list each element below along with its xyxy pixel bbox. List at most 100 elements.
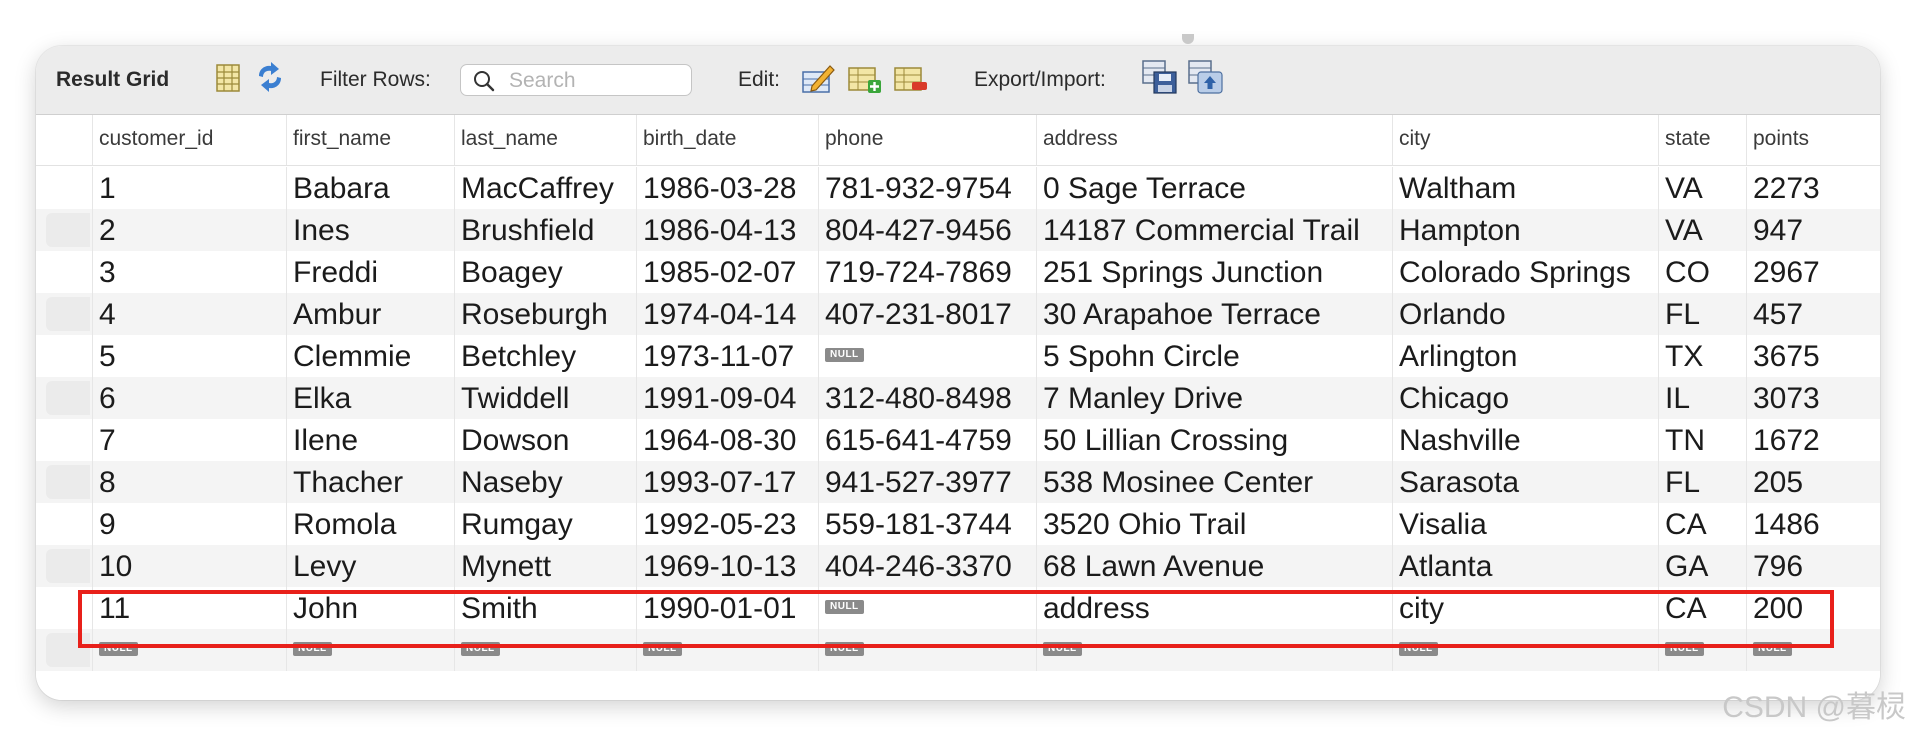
cell-state[interactable]: CA bbox=[1658, 587, 1746, 629]
cell-points[interactable]: 796 bbox=[1746, 545, 1861, 587]
cell-points[interactable]: 457 bbox=[1746, 293, 1861, 335]
cell-customer-id[interactable]: 5 bbox=[92, 335, 286, 377]
cell-first-name[interactable]: Romola bbox=[286, 503, 454, 545]
cell-first-name[interactable]: Clemmie bbox=[286, 335, 454, 377]
cell-first-name[interactable]: Babara bbox=[286, 167, 454, 209]
cell-customer-id[interactable]: 6 bbox=[92, 377, 286, 419]
cell-last-name[interactable]: Naseby bbox=[454, 461, 636, 503]
cell-address[interactable]: 538 Mosinee Center bbox=[1036, 461, 1392, 503]
cell-birth-date[interactable]: 1973-11-07 bbox=[636, 335, 818, 377]
row-gutter[interactable] bbox=[46, 507, 90, 541]
row-gutter[interactable] bbox=[46, 633, 90, 667]
cell-state[interactable]: FL bbox=[1658, 461, 1746, 503]
cell-phone[interactable]: 404-246-3370 bbox=[818, 545, 1036, 587]
cell-customer-id[interactable]: 8 bbox=[92, 461, 286, 503]
cell-state[interactable]: FL bbox=[1658, 293, 1746, 335]
cell-phone[interactable]: 407-231-8017 bbox=[818, 293, 1036, 335]
cell-customer-id[interactable]: 2 bbox=[92, 209, 286, 251]
cell-customer-id[interactable]: 4 bbox=[92, 293, 286, 335]
cell-points[interactable]: 1486 bbox=[1746, 503, 1861, 545]
cell-state[interactable]: CA bbox=[1658, 503, 1746, 545]
refresh-icon[interactable] bbox=[254, 62, 286, 92]
cell-first-name[interactable]: Ines bbox=[286, 209, 454, 251]
cell-city[interactable]: Hampton bbox=[1392, 209, 1658, 251]
row-gutter[interactable] bbox=[46, 171, 90, 205]
cell-city[interactable]: Arlington bbox=[1392, 335, 1658, 377]
delete-row-icon[interactable] bbox=[894, 62, 928, 94]
cell-address[interactable]: 14187 Commercial Trail bbox=[1036, 209, 1392, 251]
row-gutter[interactable] bbox=[46, 549, 90, 583]
column-header-city[interactable]: city bbox=[1392, 115, 1658, 165]
table-row[interactable]: 8 Thacher Naseby 1993-07-17 941-527-3977 538 … bbox=[36, 461, 1880, 503]
cell-city[interactable]: Chicago bbox=[1392, 377, 1658, 419]
cell-phone[interactable]: 781-932-9754 bbox=[818, 167, 1036, 209]
cell-birth-date[interactable]: 1991-09-04 bbox=[636, 377, 818, 419]
cell-birth-date[interactable]: 1986-04-13 bbox=[636, 209, 818, 251]
cell-birth-date[interactable]: 1974-04-14 bbox=[636, 293, 818, 335]
cell-city[interactable]: Atlanta bbox=[1392, 545, 1658, 587]
cell-birth-date[interactable]: 1964-08-30 bbox=[636, 419, 818, 461]
table-row[interactable]: 6 Elka Twiddell 1991-09-04 312-480-8498 7 Man… bbox=[36, 377, 1880, 419]
cell-customer-id[interactable]: 10 bbox=[92, 545, 286, 587]
cell-state[interactable]: TN bbox=[1658, 419, 1746, 461]
cell-first-name[interactable]: Levy bbox=[286, 545, 454, 587]
cell-address[interactable]: 50 Lillian Crossing bbox=[1036, 419, 1392, 461]
import-icon[interactable] bbox=[1188, 60, 1224, 94]
row-gutter[interactable] bbox=[46, 297, 90, 331]
cell-first-name[interactable]: Ambur bbox=[286, 293, 454, 335]
cell-points[interactable]: 2967 bbox=[1746, 251, 1861, 293]
row-gutter[interactable] bbox=[46, 381, 90, 415]
cell-last-name[interactable]: Dowson bbox=[454, 419, 636, 461]
cell-last-name[interactable]: Boagey bbox=[454, 251, 636, 293]
cell-state[interactable]: NULL bbox=[1658, 629, 1746, 671]
cell-address[interactable]: 30 Arapahoe Terrace bbox=[1036, 293, 1392, 335]
row-gutter[interactable] bbox=[46, 423, 90, 457]
table-row[interactable]: 11 John Smith 1990-01-01 NULL address city CA 20… bbox=[36, 587, 1880, 629]
cell-last-name[interactable]: NULL bbox=[454, 629, 636, 671]
cell-customer-id[interactable]: 11 bbox=[92, 587, 286, 629]
cell-points[interactable]: 2273 bbox=[1746, 167, 1861, 209]
cell-state[interactable]: IL bbox=[1658, 377, 1746, 419]
cell-points[interactable]: 3675 bbox=[1746, 335, 1861, 377]
cell-state[interactable]: TX bbox=[1658, 335, 1746, 377]
cell-state[interactable]: CO bbox=[1658, 251, 1746, 293]
filter-rows-search[interactable] bbox=[460, 64, 692, 96]
cell-birth-date[interactable]: 1985-02-07 bbox=[636, 251, 818, 293]
row-gutter[interactable] bbox=[46, 255, 90, 289]
cell-points[interactable]: 3073 bbox=[1746, 377, 1861, 419]
cell-state[interactable]: VA bbox=[1658, 209, 1746, 251]
cell-phone[interactable]: 941-527-3977 bbox=[818, 461, 1036, 503]
table-row[interactable]: 1 Babara MacCaffrey 1986-03-28 781-932-9754 0… bbox=[36, 167, 1880, 209]
cell-city[interactable]: city bbox=[1392, 587, 1658, 629]
cell-first-name[interactable]: NULL bbox=[286, 629, 454, 671]
export-icon[interactable] bbox=[1142, 60, 1178, 94]
cell-first-name[interactable]: Freddi bbox=[286, 251, 454, 293]
cell-points[interactable]: 947 bbox=[1746, 209, 1861, 251]
column-header-first-name[interactable]: first_name bbox=[286, 115, 454, 165]
cell-birth-date[interactable]: NULL bbox=[636, 629, 818, 671]
row-gutter[interactable] bbox=[46, 465, 90, 499]
column-header-phone[interactable]: phone bbox=[818, 115, 1036, 165]
cell-address[interactable]: address bbox=[1036, 587, 1392, 629]
cell-address[interactable]: 251 Springs Junction bbox=[1036, 251, 1392, 293]
row-gutter[interactable] bbox=[46, 591, 90, 625]
cell-birth-date[interactable]: 1990-01-01 bbox=[636, 587, 818, 629]
cell-customer-id[interactable]: 3 bbox=[92, 251, 286, 293]
column-header-last-name[interactable]: last_name bbox=[454, 115, 636, 165]
cell-birth-date[interactable]: 1993-07-17 bbox=[636, 461, 818, 503]
cell-city[interactable]: Colorado Springs bbox=[1392, 251, 1658, 293]
cell-city[interactable]: NULL bbox=[1392, 629, 1658, 671]
cell-points[interactable]: 1672 bbox=[1746, 419, 1861, 461]
cell-customer-id[interactable]: 9 bbox=[92, 503, 286, 545]
cell-address[interactable]: 7 Manley Drive bbox=[1036, 377, 1392, 419]
cell-state[interactable]: GA bbox=[1658, 545, 1746, 587]
table-row[interactable]: 5 Clemmie Betchley 1973-11-07 NULL 5 Spohn Ci… bbox=[36, 335, 1880, 377]
cell-customer-id[interactable]: NULL bbox=[92, 629, 286, 671]
cell-points[interactable]: 205 bbox=[1746, 461, 1861, 503]
cell-last-name[interactable]: Betchley bbox=[454, 335, 636, 377]
cell-address[interactable]: 3520 Ohio Trail bbox=[1036, 503, 1392, 545]
cell-phone[interactable]: 804-427-9456 bbox=[818, 209, 1036, 251]
cell-address[interactable]: 0 Sage Terrace bbox=[1036, 167, 1392, 209]
cell-city[interactable]: Nashville bbox=[1392, 419, 1658, 461]
row-gutter[interactable] bbox=[46, 213, 90, 247]
